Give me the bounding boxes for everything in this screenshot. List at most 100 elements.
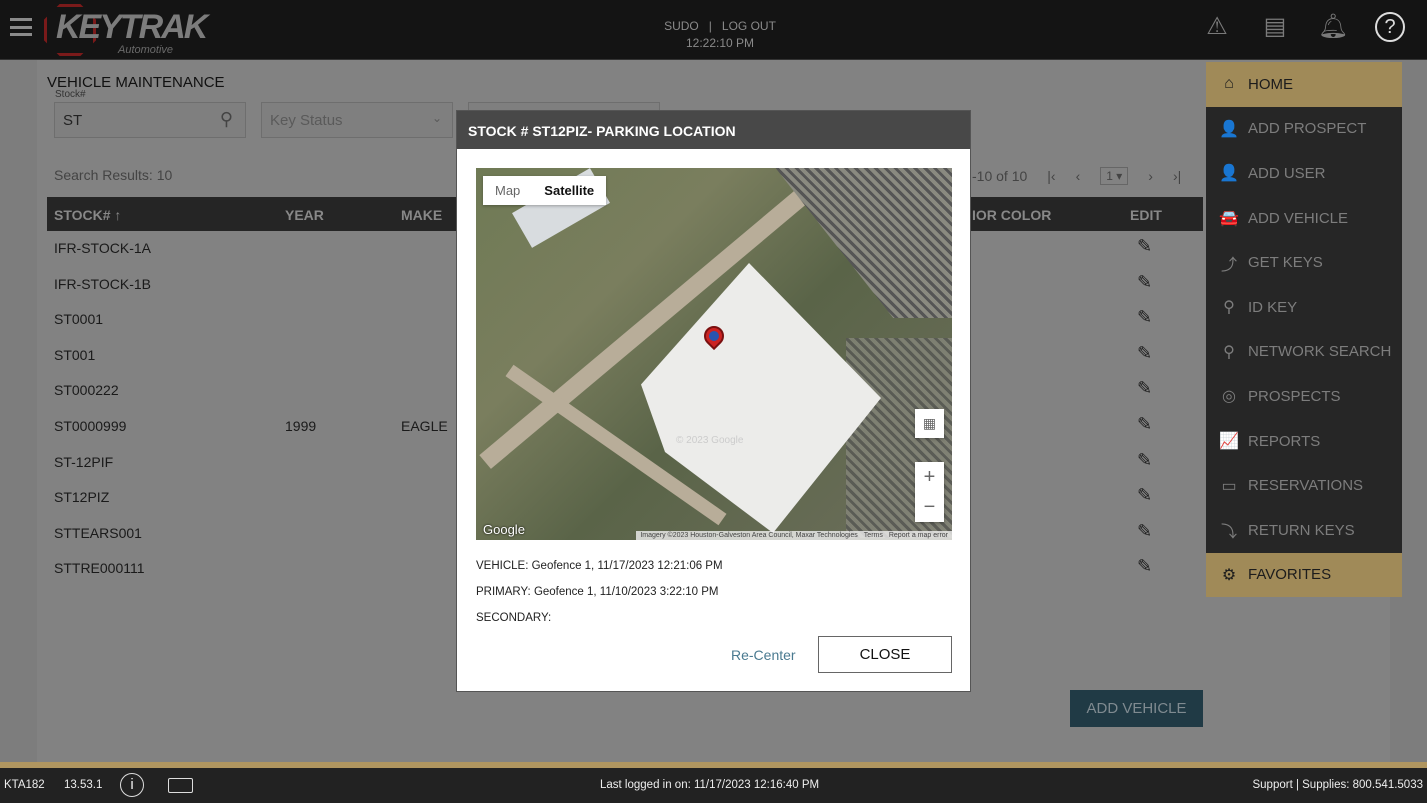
prev-page-icon[interactable]: ‹ xyxy=(1076,168,1081,184)
user-name[interactable]: SUDO xyxy=(664,19,699,33)
recenter-link[interactable]: Re-Center xyxy=(731,647,796,663)
menu-label: PROSPECTS xyxy=(1248,387,1341,405)
menu-label: ADD VEHICLE xyxy=(1248,209,1349,227)
keytrak-logo: KEYTRAK Automotive xyxy=(44,4,208,58)
key-status-select[interactable]: Key Status ⌄ xyxy=(261,102,453,138)
menu-item-reports[interactable]: 📈 REPORTS xyxy=(1206,418,1402,464)
edit-pencil-icon[interactable]: ✎ xyxy=(1137,414,1152,435)
menu-label: FAVORITES xyxy=(1248,566,1332,584)
warning-icon[interactable]: ⚠ xyxy=(1201,10,1233,42)
edit-pencil-icon[interactable]: ✎ xyxy=(1137,236,1152,257)
satellite-tab[interactable]: Satellite xyxy=(532,176,606,205)
keyboard-icon[interactable] xyxy=(168,778,193,793)
menu-icon: 👤 xyxy=(1219,165,1239,183)
menu-item-favorites[interactable]: ⚙ FAVORITES xyxy=(1206,552,1402,598)
menu-item-add-prospect[interactable]: 👤 ADD PROSPECT xyxy=(1206,106,1402,152)
menu-item-get-keys[interactable]: ⤴ GET KEYS xyxy=(1206,240,1402,285)
menu-item-add-vehicle[interactable]: 🚘 ADD VEHICLE xyxy=(1206,195,1402,241)
close-button[interactable]: CLOSE xyxy=(818,636,952,673)
edit-pencil-icon[interactable]: ✎ xyxy=(1137,485,1152,506)
menu-label: ID KEY xyxy=(1248,298,1298,316)
menu-item-return-keys[interactable]: ⤵ RETURN KEYS xyxy=(1206,507,1402,553)
menu-label: ADD USER xyxy=(1248,164,1326,182)
edit-pencil-icon[interactable]: ✎ xyxy=(1137,450,1152,471)
side-menu: ⌂ HOME 👤 ADD PROSPECT 👤 ADD USER 🚘 ADD VEHICLE ⤴… xyxy=(1206,62,1402,598)
help-icon[interactable]: ? xyxy=(1375,12,1405,42)
hamburger-menu-icon[interactable] xyxy=(10,18,32,36)
menu-icon: ⚙ xyxy=(1221,566,1237,584)
primary-location: PRIMARY: Geofence 1, 11/10/2023 3:22:10 … xyxy=(476,586,719,598)
cell-year: 1999 xyxy=(285,418,317,434)
user-info: SUDO | LOG OUT 12:22:10 PM xyxy=(600,18,840,52)
cell-stock: ST-12PIF xyxy=(54,453,114,470)
col-color[interactable]: IOR COLOR xyxy=(972,207,1051,223)
menu-icon: ⚲ xyxy=(1223,299,1235,317)
menu-icon: 📈 xyxy=(1219,433,1239,451)
menu-icon: 🚘 xyxy=(1219,210,1239,228)
zoom-out-icon[interactable]: − xyxy=(915,492,944,522)
first-page-icon[interactable]: |‹ xyxy=(1047,168,1055,184)
menu-label: HOME xyxy=(1248,75,1293,93)
edit-pencil-icon[interactable]: ✎ xyxy=(1137,343,1152,364)
key-status-placeholder: Key Status xyxy=(270,112,343,129)
chevron-down-icon: ⌄ xyxy=(431,111,442,125)
stock-label: Stock# xyxy=(55,89,86,100)
menu-icon: ◎ xyxy=(1222,388,1236,406)
menu-label: RETURN KEYS xyxy=(1248,521,1355,539)
menu-label: REPORTS xyxy=(1248,432,1321,450)
menu-label: RESERVATIONS xyxy=(1248,477,1364,495)
vehicle-location: VEHICLE: Geofence 1, 11/17/2023 12:21:06… xyxy=(476,560,723,572)
terminal-id: KTA182 xyxy=(4,779,45,791)
col-year[interactable]: YEAR xyxy=(285,207,324,223)
bell-icon[interactable]: 🔔︎ xyxy=(1317,10,1349,42)
last-login: Last logged in on: 11/17/2023 12:16:40 P… xyxy=(600,779,820,791)
menu-label: ADD PROSPECT xyxy=(1248,120,1367,138)
top-header: KEYTRAK Automotive SUDO | LOG OUT 12:22:1… xyxy=(0,0,1427,60)
edit-pencil-icon[interactable]: ✎ xyxy=(1137,556,1152,577)
cell-stock: ST12PIZ xyxy=(54,489,110,506)
next-page-icon[interactable]: › xyxy=(1148,168,1153,184)
clock: 12:22:10 PM xyxy=(685,36,755,50)
search-icon[interactable]: ⚲ xyxy=(220,109,233,130)
edit-pencil-icon[interactable]: ✎ xyxy=(1137,378,1152,399)
parking-location-dialog: STOCK # ST12PIZ- PARKING LOCATION © 2023… xyxy=(456,110,971,692)
secondary-location: SECONDARY: xyxy=(476,612,552,624)
menu-icon: ⤵ xyxy=(1220,524,1237,542)
menu-icon: ⚲ xyxy=(1223,343,1235,361)
col-stock[interactable]: STOCK# ↑ xyxy=(54,207,121,223)
edit-pencil-icon[interactable]: ✎ xyxy=(1137,521,1152,542)
zoom-in-icon[interactable]: + xyxy=(915,462,944,492)
stock-search-input[interactable]: ST ⚲ xyxy=(54,102,246,138)
menu-item-add-user[interactable]: 👤 ADD USER xyxy=(1206,151,1402,196)
edit-pencil-icon[interactable]: ✎ xyxy=(1137,307,1152,328)
menu-item-id-key[interactable]: ⚲ ID KEY xyxy=(1206,284,1402,330)
map-tab[interactable]: Map xyxy=(483,176,532,205)
logout-link[interactable]: LOG OUT xyxy=(722,19,776,33)
pagination: -10 of 10 |‹ ‹ 1 ▾ › ›| xyxy=(972,167,1181,185)
footer: KTA182 13.53.1 i Last logged in on: 11/1… xyxy=(0,768,1427,803)
last-page-icon[interactable]: ›| xyxy=(1173,168,1181,184)
add-vehicle-button[interactable]: ADD VEHICLE xyxy=(1070,690,1203,727)
menu-item-reservations[interactable]: ▭ RESERVATIONS xyxy=(1206,463,1402,508)
menu-item-network-search[interactable]: ⚲ NETWORK SEARCH xyxy=(1206,329,1402,375)
terms-link[interactable]: Terms xyxy=(864,532,883,539)
layers-icon[interactable]: ▦ xyxy=(915,409,944,438)
cell-stock: ST000222 xyxy=(54,382,119,399)
dialog-title: STOCK # ST12PIZ- PARKING LOCATION xyxy=(457,111,970,149)
cell-stock: STTEARS001 xyxy=(54,524,142,541)
report-map-error-link[interactable]: Report a map error xyxy=(889,532,948,539)
menu-item-prospects[interactable]: ◎ PROSPECTS xyxy=(1206,374,1402,419)
menu-icon: ⤴ xyxy=(1220,256,1237,274)
page-select[interactable]: 1 ▾ xyxy=(1100,167,1129,185)
col-make[interactable]: MAKE xyxy=(401,207,442,223)
menu-item-home[interactable]: ⌂ HOME xyxy=(1206,62,1402,107)
edit-pencil-icon[interactable]: ✎ xyxy=(1137,272,1152,293)
key-card-icon[interactable]: ▤ xyxy=(1259,10,1291,42)
menu-label: GET KEYS xyxy=(1248,254,1323,272)
cell-stock: ST0000999 xyxy=(54,418,127,434)
cell-stock: ST001 xyxy=(54,346,96,363)
satellite-map[interactable]: © 2023 Google Map Satellite ▦ + − Google … xyxy=(476,168,952,540)
stock-value: ST xyxy=(63,112,83,129)
map-watermark: © 2023 Google xyxy=(676,435,744,446)
info-icon[interactable]: i xyxy=(120,773,144,797)
